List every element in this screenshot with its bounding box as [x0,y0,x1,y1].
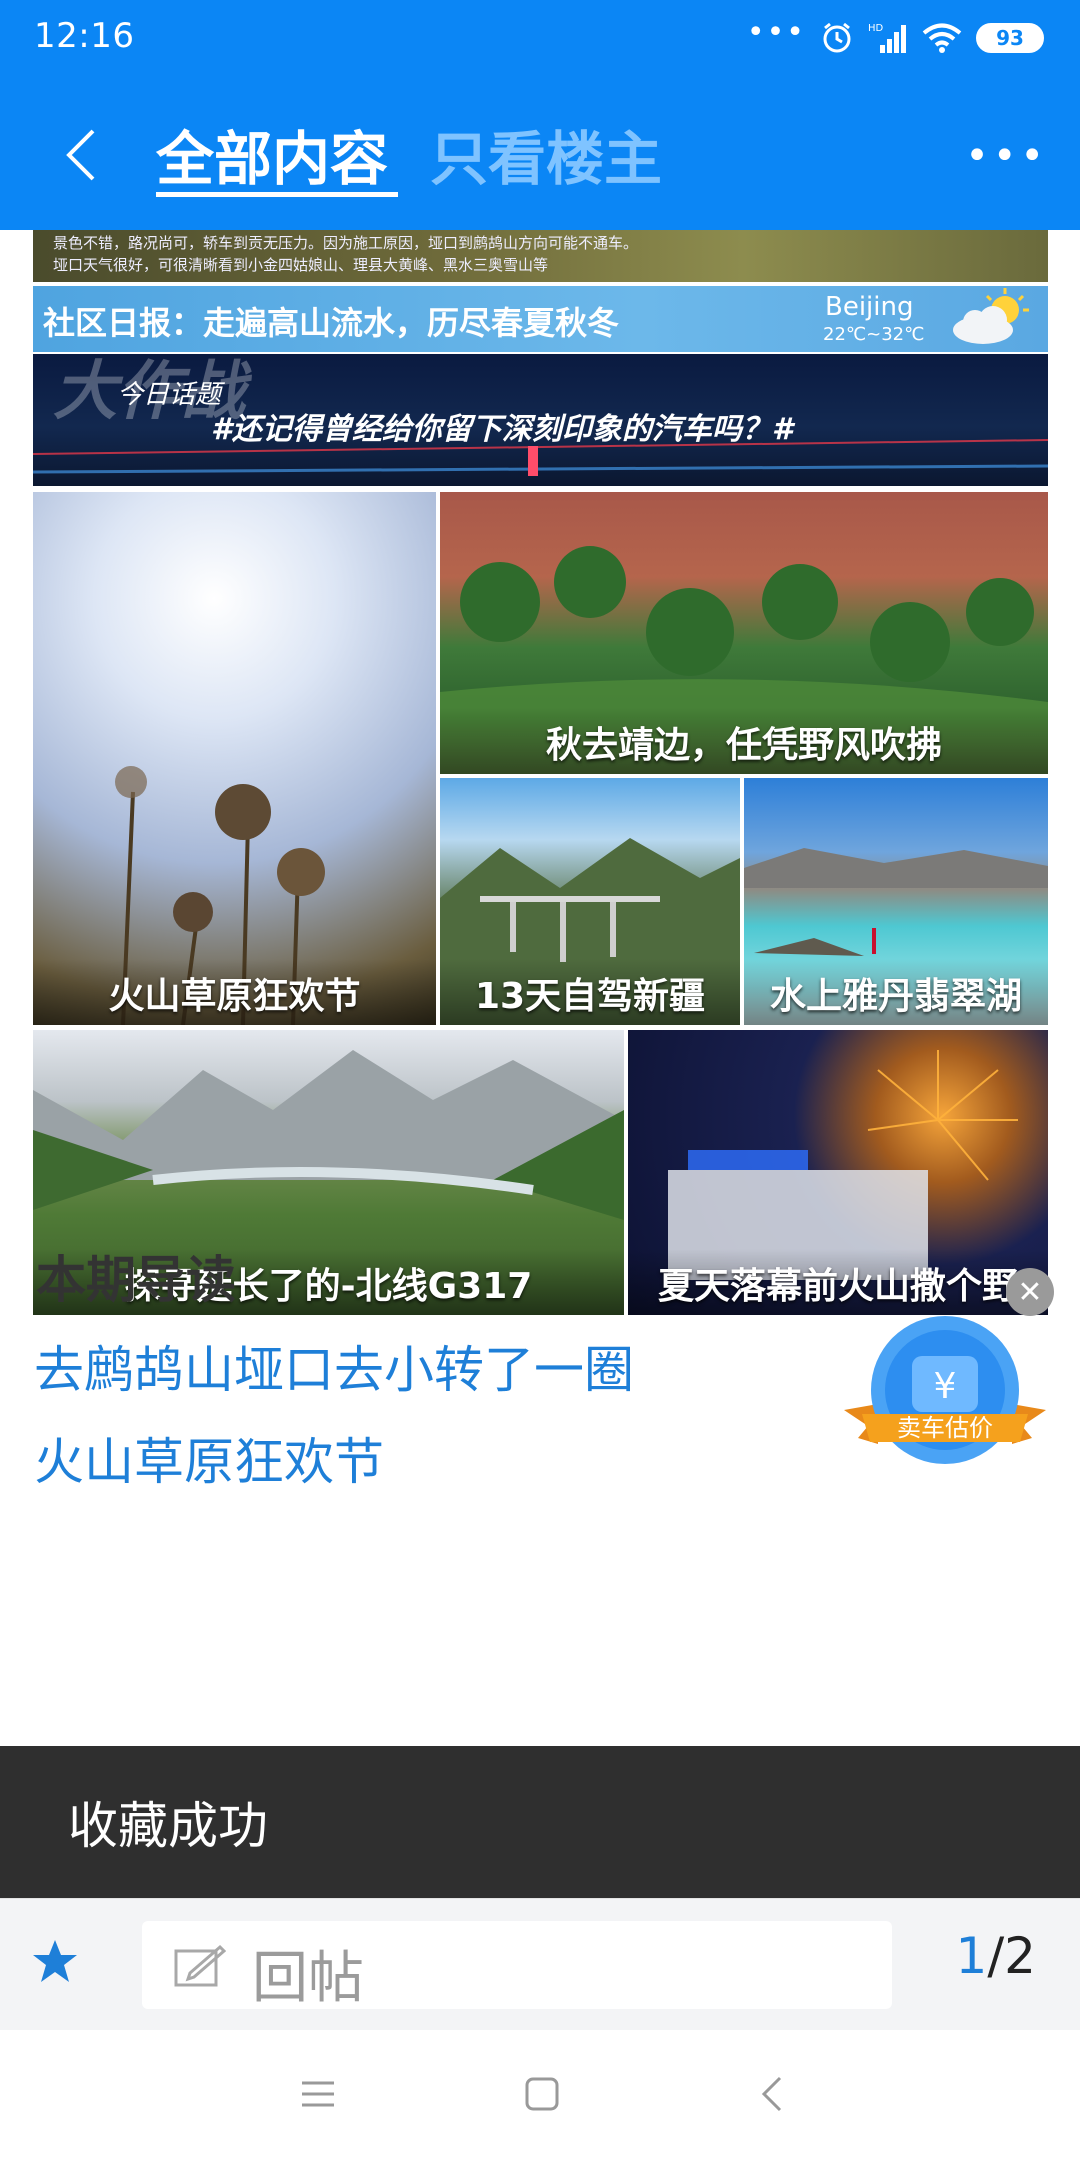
wifi-icon [922,23,962,53]
wild-thistle-plant [115,766,325,1025]
topic-light-streaks [33,439,1048,476]
page-current: 1 [955,1927,988,1985]
photo-jingbian[interactable]: 秋去靖边，任凭野风吹拂 [440,492,1048,774]
menu-icon[interactable] [298,2074,338,2114]
partly-cloudy-icon [953,288,1029,344]
photo-caption: 夏天落幕前火山撒个野 [628,1249,1048,1315]
daily-banner: 社区日报：走遍高山流水，历尽春夏秋冬 Beijing 22℃~32℃ [33,286,1048,352]
home-icon[interactable] [522,2074,562,2114]
promo-close-button[interactable]: ✕ [1006,1268,1054,1316]
tab-only-op[interactable]: 只看楼主 [430,112,662,196]
signal-icon: HD [868,23,906,53]
weather-city: Beijing [825,292,914,322]
active-tab-indicator [156,192,398,197]
reply-input[interactable]: 回帖 [142,1921,892,2011]
photo-caption: 水上雅丹翡翠湖 [744,959,1048,1025]
alarm-icon [823,22,851,53]
system-back-icon[interactable] [752,2074,792,2114]
star-icon [33,1940,77,1982]
bottom-toolbar: 回帖 1/2 [0,1898,1080,2030]
poster-top-text-1: 景色不错，路况尚可，轿车到贡无压力。因为施工原因，垭口到鹧鸪山方向可能不通车。 [53,234,639,252]
daily-title: 社区日报：走遍高山流水，历尽春夏秋冬 [43,304,620,342]
post-content[interactable]: 景色不错，路况尚可，轿车到贡无压力。因为施工原因，垭口到鹧鸪山方向可能不通车。 … [0,230,1080,1900]
page-total: /2 [987,1927,1036,1985]
page-indicator[interactable]: 1/2 [956,1927,1036,1985]
guide-link[interactable]: 火山草原狂欢节 [34,1422,384,1494]
svg-text:HD: HD [868,23,884,34]
toast-message: 收藏成功 [0,1746,1080,1898]
tab-all-content[interactable]: 全部内容 [156,112,388,196]
edit-icon [174,1944,226,1987]
photo-caption: 火山草原狂欢节 [33,959,436,1025]
chevron-left-icon [66,129,95,181]
photo-volcano-grassland[interactable]: 火山草原狂欢节 [33,492,436,1025]
guide-title: 本期导读 [36,1251,236,1309]
poster-top-text-2: 垭口天气很好，可很清晰看到小金四姑娘山、理县大黄峰、黑水三奥雪山等 [53,256,549,274]
svg-text:卖车估价: 卖车估价 [897,1414,993,1442]
photo-caption: 秋去靖边，任凭野风吹拂 [440,708,1048,774]
favorite-button[interactable] [30,1937,80,1991]
photo-xinjiang-drive[interactable]: 13天自驾新疆 [440,778,740,1025]
battery-indicator: 93 [976,23,1044,53]
guide-link[interactable]: 去鹧鸪山垭口去小转了一圈 [34,1330,634,1402]
photo-emerald-lake[interactable]: 水上雅丹翡翠湖 [744,778,1048,1025]
photo-caption: 13天自驾新疆 [440,959,740,1025]
topic-banner[interactable]: 大作战 今日话题 #还记得曾经给你留下深刻印象的汽车吗？# [33,354,1048,486]
poster-top-strip: 景色不错，路况尚可，轿车到贡无压力。因为施工原因，垭口到鹧鸪山方向可能不通车。 … [33,230,1048,282]
weather-temperature: 22℃~32℃ [823,324,925,345]
top-navigation: 全部内容 只看楼主 ••• [0,78,1080,230]
status-bar: 12:16 ••• HD 93 [0,0,1080,78]
status-icons: ••• HD 93 [747,16,1044,60]
photo-volcano-fireworks[interactable]: 夏天落幕前火山撒个野 [628,1030,1048,1315]
more-options-button[interactable]: ••• [965,136,1048,176]
sell-car-badge-icon: ¥ 卖车估价 [844,1316,1046,1464]
status-time: 12:16 [34,16,135,56]
svg-text:¥: ¥ [934,1366,957,1407]
sell-car-estimate-badge[interactable]: ¥ 卖车估价 [838,1314,1052,1484]
reply-placeholder: 回帖 [252,1946,364,2011]
more-notifications-icon: ••• [746,15,806,50]
system-navigation-bar [0,2030,1080,2160]
back-button[interactable] [50,120,110,190]
